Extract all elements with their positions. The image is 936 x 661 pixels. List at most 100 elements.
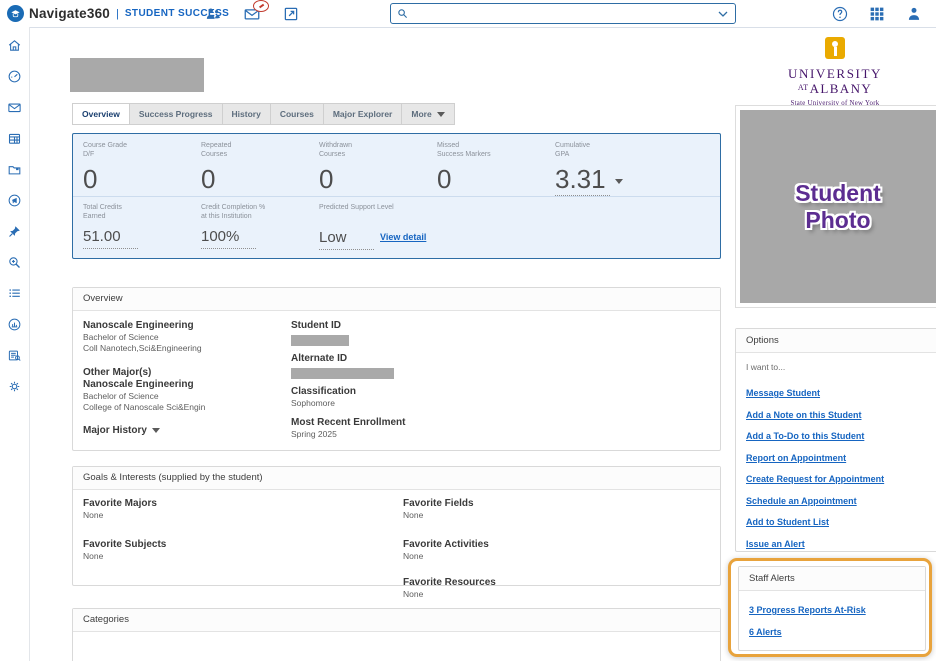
stat-value: 100%	[201, 229, 256, 249]
alerts-link[interactable]: 6 Alerts	[749, 627, 782, 638]
primary-college: Coll Nanotech,Sci&Engineering	[83, 343, 283, 354]
other-college: College of Nanoscale Sci&Engin	[83, 402, 283, 413]
goals-right-column: Favorite Fields None Favorite Activities…	[403, 498, 683, 600]
search-icon	[397, 8, 408, 19]
alternate-id-redacted	[291, 368, 394, 379]
ualbany-emblem-icon	[825, 37, 845, 59]
progress-reports-at-risk-link[interactable]: 3 Progress Reports At-Risk	[749, 605, 866, 616]
academic-summary-panel: Course GradeD/F 0 RepeatedCourses 0 With…	[72, 133, 721, 259]
brand-name: Navigate360	[29, 6, 110, 21]
settings-gear-icon[interactable]	[7, 379, 22, 394]
stat-value: 51.00	[83, 229, 138, 249]
add-note-link[interactable]: Add a Note on this Student	[746, 410, 862, 421]
home-icon[interactable]	[7, 38, 22, 53]
stats-divider	[73, 196, 720, 197]
calendar-icon[interactable]	[7, 131, 22, 146]
favorite-resources-label: Favorite Resources	[403, 577, 683, 589]
reports-icon[interactable]	[7, 348, 22, 363]
stat-label2: GPA	[555, 151, 569, 158]
overview-section: Overview Nanoscale Engineering Bachelor …	[72, 287, 721, 451]
tab-more[interactable]: More	[401, 103, 454, 125]
search-dropdown-chevron-icon[interactable]	[718, 9, 728, 19]
quick-links-icon[interactable]	[282, 5, 300, 23]
categories-section-title: Categories	[73, 609, 720, 632]
other-major: Nanoscale Engineering	[83, 379, 283, 391]
help-icon[interactable]	[831, 5, 849, 23]
enrollment-label: Most Recent Enrollment	[291, 417, 511, 429]
apps-grid-icon[interactable]	[868, 5, 886, 23]
lists-icon[interactable]	[7, 286, 22, 301]
chevron-down-icon	[437, 112, 445, 117]
stat-value: 0	[83, 166, 127, 192]
pinned-icon[interactable]	[7, 224, 22, 239]
stat-missed-success-markers: MissedSuccess Markers 0	[437, 142, 491, 192]
cases-icon[interactable]	[7, 162, 22, 177]
gpa-dropdown-icon[interactable]	[615, 179, 623, 184]
stat-label2: Success Markers	[437, 151, 491, 158]
tab-success-progress[interactable]: Success Progress	[129, 103, 222, 125]
message-student-link[interactable]: Message Student	[746, 388, 820, 399]
analytics-icon[interactable]	[7, 317, 22, 332]
classification-label: Classification	[291, 386, 511, 398]
chevron-down-icon	[152, 428, 160, 433]
navigate360-logo-icon[interactable]	[7, 5, 24, 22]
tab-major-explorer[interactable]: Major Explorer	[323, 103, 402, 125]
stat-withdrawn-courses: WithdrawnCourses 0	[319, 142, 352, 192]
favorite-majors-label: Favorite Majors	[83, 498, 363, 510]
profile-icon[interactable]	[905, 5, 923, 23]
favorite-subjects-value: None	[83, 551, 363, 562]
stat-repeated-courses: RepeatedCourses 0	[201, 142, 231, 192]
stat-value: 0	[201, 166, 231, 192]
goals-section-title: Goals & Interests (supplied by the stude…	[73, 467, 720, 490]
primary-major: Nanoscale Engineering	[83, 320, 283, 332]
goals-interests-section: Goals & Interests (supplied by the stude…	[72, 466, 721, 586]
stat-label: Withdrawn	[319, 142, 352, 149]
stat-label2: Courses	[201, 151, 227, 158]
search-input[interactable]	[412, 5, 718, 22]
photo-text-line1: Student	[795, 180, 881, 207]
schedule-appointment-link[interactable]: Schedule an Appointment	[746, 496, 857, 507]
gauge-icon[interactable]	[7, 69, 22, 84]
university-logo: UNIVERSITY ATALBANY State University of …	[735, 37, 935, 107]
student-id-redacted	[291, 335, 349, 346]
issue-alert-link[interactable]: Issue an Alert	[746, 539, 805, 550]
mail-icon[interactable]	[7, 100, 22, 115]
major-history-dropdown[interactable]: Major History	[83, 425, 283, 437]
tab-overview[interactable]: Overview	[72, 103, 129, 125]
stat-label: Total Credits	[83, 204, 122, 211]
categories-section: Categories	[72, 608, 721, 661]
stat-label: Predicted Support Level	[319, 204, 394, 211]
favorite-resources-value: None	[403, 589, 683, 600]
tab-courses[interactable]: Courses	[270, 103, 323, 125]
add-todo-link[interactable]: Add a To-Do to this Student	[746, 431, 864, 442]
announcements-icon[interactable]	[7, 193, 22, 208]
header-action-icons	[204, 0, 300, 27]
stat-label2: D/F	[83, 151, 94, 158]
options-intro: I want to...	[746, 362, 930, 372]
view-detail-link[interactable]: View detail	[380, 232, 426, 242]
tab-history[interactable]: History	[222, 103, 270, 125]
student-photo-card: Student Photo	[735, 105, 936, 308]
brand-divider: |	[116, 8, 119, 20]
brand: Navigate360 | STUDENT SUCCESS	[7, 0, 229, 27]
create-request-link[interactable]: Create Request for Appointment	[746, 474, 884, 485]
top-navigation-bar: Navigate360 | STUDENT SUCCESS	[0, 0, 936, 28]
staff-alerts-panel: Staff Alerts 3 Progress Reports At-Risk …	[738, 566, 926, 651]
stat-label2: at this Institution	[201, 213, 252, 220]
overview-section-title: Overview	[73, 288, 720, 311]
major-history-label: Major History	[83, 425, 147, 436]
ids-column: Student ID Alternate ID Classification S…	[291, 320, 511, 440]
staff-alerts-title: Staff Alerts	[739, 567, 925, 591]
university-at: AT	[798, 83, 809, 92]
stat-course-grade: Course GradeD/F 0	[83, 142, 127, 192]
options-title: Options	[736, 329, 936, 353]
student-name-redacted	[70, 58, 204, 92]
advanced-search-icon[interactable]	[7, 255, 22, 270]
report-appointment-link[interactable]: Report on Appointment	[746, 453, 846, 464]
students-icon[interactable]	[204, 5, 222, 23]
tab-more-label: More	[411, 109, 431, 119]
messages-icon[interactable]	[243, 5, 261, 23]
stat-label: Cumulative	[555, 142, 590, 149]
global-search[interactable]	[390, 3, 736, 24]
add-to-student-list-link[interactable]: Add to Student List	[746, 517, 829, 528]
